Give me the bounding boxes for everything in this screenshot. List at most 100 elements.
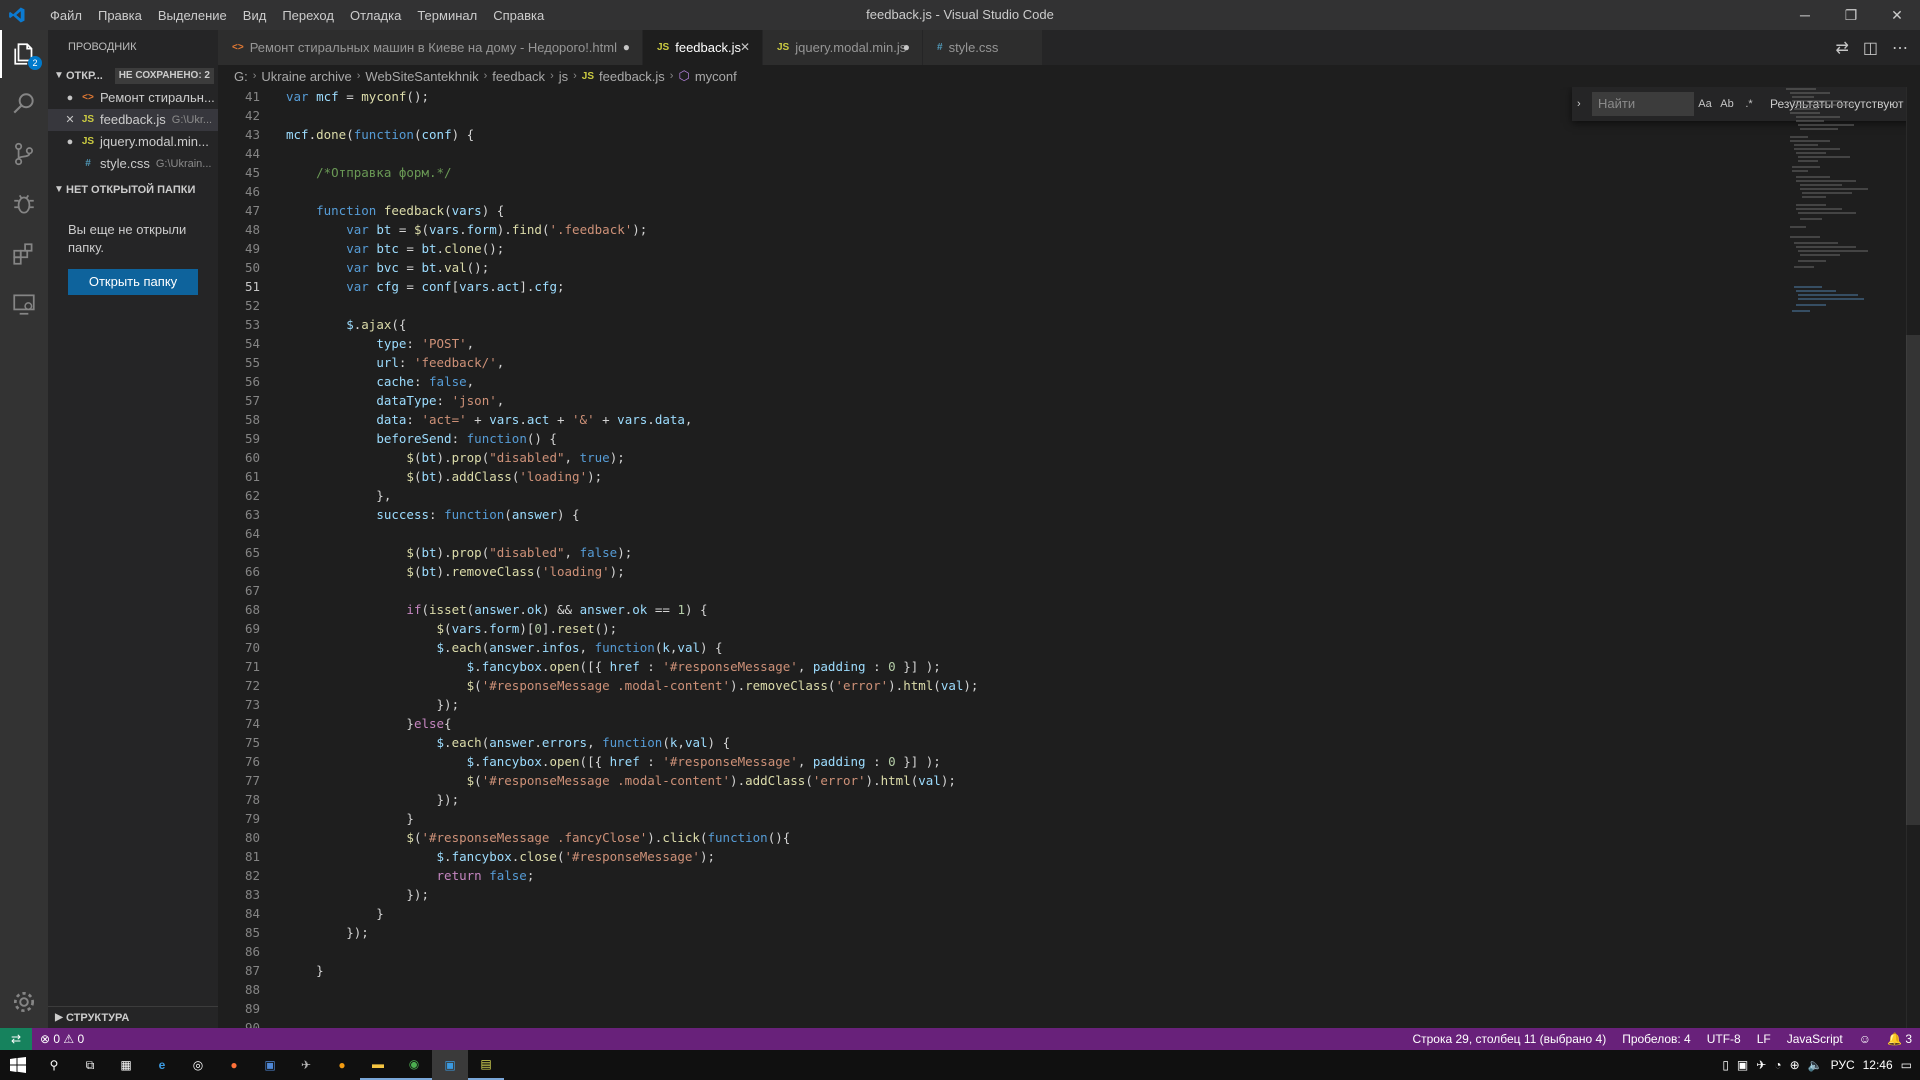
task-view-icon[interactable]: ⧉ (72, 1050, 108, 1080)
tab-jquery-modal[interactable]: JS jquery.modal.min.js ● (763, 30, 923, 65)
code-line[interactable]: }); (286, 885, 978, 904)
code-line[interactable]: if(isset(answer.ok) && answer.ok == 1) { (286, 600, 978, 619)
open-folder-button[interactable]: Открыть папку (68, 269, 198, 295)
remote-status-icon[interactable]: ⇄ (0, 1028, 32, 1050)
code-line[interactable]: type: 'POST', (286, 334, 978, 353)
feedback-smiley-icon[interactable]: ☺ (1859, 1032, 1871, 1046)
code-line[interactable]: $(bt).prop("disabled", true); (286, 448, 978, 467)
menu-go[interactable]: Переход (274, 8, 342, 23)
clock[interactable]: 12:46 (1863, 1058, 1893, 1072)
breadcrumb-item[interactable]: Ukraine archive (261, 69, 351, 84)
menu-selection[interactable]: Выделение (150, 8, 235, 23)
code-line[interactable]: $.ajax({ (286, 315, 978, 334)
code-line[interactable]: $.each(answer.errors, function(k,val) { (286, 733, 978, 752)
code-line[interactable]: $('#responseMessage .fancyClose').click(… (286, 828, 978, 847)
menu-view[interactable]: Вид (235, 8, 275, 23)
language-mode[interactable]: JavaScript (1787, 1032, 1843, 1046)
code-line[interactable] (286, 106, 978, 125)
edge-browser-icon[interactable]: e (144, 1050, 180, 1080)
network-icon[interactable]: ▣ (1737, 1058, 1748, 1072)
code-line[interactable]: $.fancybox.open([{ href : '#responseMess… (286, 752, 978, 771)
breadcrumb-item[interactable]: WebSiteSantekhnik (365, 69, 478, 84)
vertical-scrollbar[interactable] (1906, 87, 1920, 1028)
code-line[interactable] (286, 999, 978, 1018)
explorer-icon[interactable]: 2 (0, 30, 48, 78)
code-line[interactable]: function feedback(vars) { (286, 201, 978, 220)
menu-debug[interactable]: Отладка (342, 8, 409, 23)
code-line[interactable]: $(bt).prop("disabled", false); (286, 543, 978, 562)
minimize-button[interactable]: ─ (1782, 0, 1828, 30)
code-line[interactable]: } (286, 809, 978, 828)
app-window-icon[interactable]: ▣ (252, 1050, 288, 1080)
match-word-toggle[interactable]: Ab (1716, 98, 1738, 110)
open-editors-header[interactable]: ▼ ОТКР... НЕ СОХРАНЕНО: 2 (48, 65, 218, 87)
globe-icon[interactable]: ⊕ (1790, 1058, 1800, 1072)
unsaved-dot-icon[interactable]: ● (623, 30, 630, 65)
chrome-icon[interactable]: ◉ (396, 1050, 432, 1080)
code-line[interactable]: /*Отправка форм.*/ (286, 163, 978, 182)
outline-header[interactable]: ▶ СТРУКТУРА (48, 1007, 218, 1029)
code-line[interactable]: dataType: 'json', (286, 391, 978, 410)
code-line[interactable] (286, 980, 978, 999)
breadcrumb-item[interactable]: feedback.js (599, 69, 665, 84)
find-input[interactable]: Найти (1592, 92, 1694, 116)
unsaved-dot-icon[interactable]: ● (903, 30, 910, 65)
code-line[interactable]: var bvc = bt.val(); (286, 258, 978, 277)
breadcrumb-item[interactable]: feedback (492, 69, 545, 84)
close-window-button[interactable]: ✕ (1874, 0, 1920, 30)
code-line[interactable]: cache: false, (286, 372, 978, 391)
notifications-status[interactable]: 🔔 3 (1887, 1032, 1912, 1046)
extensions-icon[interactable] (0, 230, 48, 278)
minimap[interactable] (1786, 87, 1906, 387)
problems-status[interactable]: ⊗ 0 ⚠ 0 (40, 1032, 84, 1046)
breadcrumb-item[interactable]: myconf (695, 69, 737, 84)
code-line[interactable]: $.fancybox.open([{ href : '#responseMess… (286, 657, 978, 676)
code-line[interactable]: $(vars.form)[0].reset(); (286, 619, 978, 638)
close-icon[interactable]: ✕ (740, 30, 750, 65)
firefox-icon[interactable]: ● (216, 1050, 252, 1080)
breadcrumb-item[interactable]: js (559, 69, 568, 84)
code-lines[interactable]: var mcf = myconf(); mcf.done(function(co… (286, 87, 978, 1028)
code-line[interactable]: success: function(answer) { (286, 505, 978, 524)
code-line[interactable]: } (286, 961, 978, 980)
unsaved-dot-icon[interactable]: ● (60, 131, 80, 153)
debug-icon[interactable] (0, 180, 48, 228)
code-line[interactable]: var cfg = conf[vars.act].cfg; (286, 277, 978, 296)
wifi-icon[interactable]: ◔ (1774, 1058, 1781, 1072)
tab-style-css[interactable]: # style.css (923, 30, 1043, 65)
remote-explorer-icon[interactable] (0, 280, 48, 328)
app-terminal-icon[interactable]: ▤ (468, 1050, 504, 1080)
tray-app-icon[interactable]: ✈ (1756, 1058, 1766, 1072)
cursor-position[interactable]: Строка 29, столбец 11 (выбрано 4) (1412, 1032, 1606, 1046)
code-line[interactable]: return false; (286, 866, 978, 885)
app-game-icon[interactable]: ✈ (288, 1050, 324, 1080)
code-line[interactable]: mcf.done(function(conf) { (286, 125, 978, 144)
windows-start-icon[interactable] (0, 1050, 36, 1080)
code-line[interactable]: }else{ (286, 714, 978, 733)
code-line[interactable] (286, 942, 978, 961)
code-line[interactable] (286, 1018, 978, 1028)
restore-button[interactable]: ❐ (1828, 0, 1874, 30)
code-line[interactable]: beforeSend: function() { (286, 429, 978, 448)
source-control-icon[interactable] (0, 130, 48, 178)
tab-feedback-js[interactable]: JS feedback.js ✕ (643, 30, 763, 65)
search-icon[interactable] (0, 80, 48, 128)
code-line[interactable]: }); (286, 790, 978, 809)
match-case-toggle[interactable]: Aa (1694, 98, 1716, 110)
regex-toggle[interactable]: .* (1738, 98, 1760, 110)
code-line[interactable]: }); (286, 695, 978, 714)
code-line[interactable]: url: 'feedback/', (286, 353, 978, 372)
open-editor-item[interactable]: ✕ JS feedback.js G:\Ukr... (48, 109, 218, 131)
code-line[interactable]: }); (286, 923, 978, 942)
encoding-status[interactable]: UTF-8 (1707, 1032, 1741, 1046)
search-icon[interactable]: ⚲ (36, 1050, 72, 1080)
more-actions-icon[interactable]: ⋯ (1892, 38, 1908, 58)
code-line[interactable] (286, 182, 978, 201)
menu-edit[interactable]: Правка (90, 8, 150, 23)
volume-icon[interactable]: 🔈 (1808, 1058, 1823, 1072)
vscode-taskbar-icon[interactable]: ▣ (432, 1050, 468, 1080)
app-orange-icon[interactable]: ● (324, 1050, 360, 1080)
open-editor-item[interactable]: ● JS jquery.modal.min... (48, 131, 218, 153)
code-line[interactable] (286, 581, 978, 600)
code-line[interactable] (286, 524, 978, 543)
